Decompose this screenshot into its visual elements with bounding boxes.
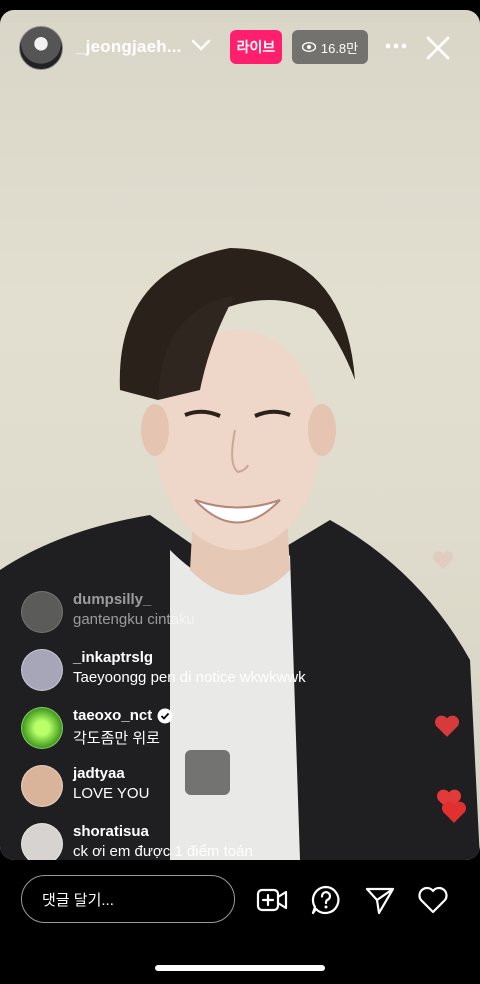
comment-feed: dumpsilly_ gantengku cintaku _inkaptrslg… xyxy=(18,585,438,860)
comment-username[interactable]: dumpsilly_ xyxy=(73,591,151,608)
avatar[interactable] xyxy=(19,26,63,70)
comment-avatar[interactable] xyxy=(21,823,63,860)
host-username[interactable]: _jeongjaeh... xyxy=(76,37,182,57)
add-video-icon[interactable] xyxy=(256,884,288,916)
comment-input[interactable]: 댓글 달기... xyxy=(21,875,235,923)
home-indicator[interactable] xyxy=(155,965,325,971)
comment-item[interactable]: _inkaptrslg Taeyoongg pen di notice wkwk… xyxy=(18,643,438,701)
comment-text: Taeyoongg pen di notice wkwkwwk xyxy=(73,669,306,686)
comment-text: LOVE YOU xyxy=(73,785,150,802)
comment-avatar[interactable] xyxy=(21,765,63,807)
live-badge-label: 라이브 xyxy=(236,39,276,55)
heart-icon[interactable] xyxy=(417,884,449,916)
question-icon[interactable] xyxy=(310,884,342,916)
comment-username[interactable]: _inkaptrslg xyxy=(73,649,153,666)
comment-item[interactable]: taeoxo_nct 각도좀만 위로 xyxy=(18,701,438,759)
chevron-down-icon[interactable] xyxy=(190,36,212,54)
comment-input-placeholder: 댓글 달기... xyxy=(42,891,114,909)
comment-avatar[interactable] xyxy=(21,591,63,633)
bottom-bar: 댓글 달기... xyxy=(0,860,480,984)
comment-item[interactable]: jadtyaa LOVE YOU xyxy=(18,759,438,817)
comment-text: ck ơi em được 1 điểm toán xyxy=(73,843,253,860)
live-badge: 라이브 xyxy=(230,30,282,64)
floating-heart-icon xyxy=(441,801,467,823)
live-video: _jeongjaeh... 라이브 16.8만 dumpsilly_ gante… xyxy=(0,10,480,860)
close-icon[interactable] xyxy=(424,34,452,62)
viewer-count[interactable]: 16.8만 xyxy=(292,30,368,64)
more-options-icon[interactable] xyxy=(384,36,408,56)
comment-username[interactable]: jadtyaa xyxy=(73,765,125,782)
comment-avatar[interactable] xyxy=(21,649,63,691)
comment-text: 각도좀만 위로 xyxy=(73,730,160,747)
viewer-count-label: 16.8만 xyxy=(320,40,359,56)
eye-icon xyxy=(301,42,316,52)
comment-text: gantengku cintaku xyxy=(73,611,195,628)
send-icon[interactable] xyxy=(364,884,396,916)
verified-badge-icon xyxy=(157,708,173,723)
floating-heart-icon xyxy=(432,551,454,570)
comment-username[interactable]: taeoxo_nct xyxy=(73,707,152,724)
comment-item[interactable]: shoratisua ck ơi em được 1 điểm toán xyxy=(18,817,438,860)
comment-avatar[interactable] xyxy=(21,707,63,749)
comment-item[interactable]: dumpsilly_ gantengku cintaku xyxy=(18,585,438,643)
comment-username[interactable]: shoratisua xyxy=(73,823,149,840)
live-header: _jeongjaeh... 라이브 16.8만 xyxy=(0,20,480,76)
